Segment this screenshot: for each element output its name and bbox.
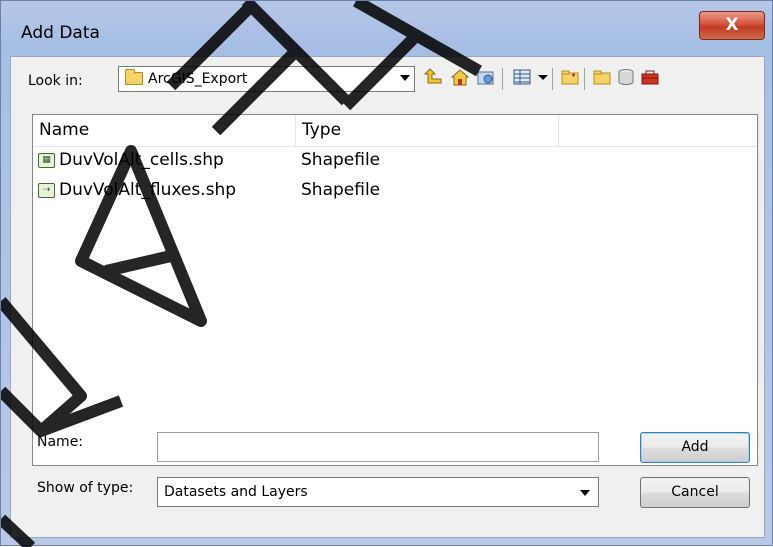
list-item[interactable]: ▦ DuvVolAlt_cells.shp Shapefile [33,148,757,178]
connect-folder-icon[interactable] [475,68,497,88]
look-in-label: Look in: [28,73,83,89]
file-list[interactable]: Name Type ▦ DuvVolAlt_cells.shp Shapefil… [32,114,758,466]
look-in-dropdown[interactable]: ArcGIS_Export [118,66,415,92]
column-header-type[interactable]: Type [296,115,559,146]
database-icon[interactable] [615,68,637,88]
toolbar-separator [552,68,553,90]
file-type: Shapefile [301,180,381,200]
chevron-down-icon[interactable] [400,75,410,81]
dialog-body: Look in: ArcGIS_Export Name Type ▦ DuvVo… [10,56,765,538]
toolbox-icon[interactable] [639,68,661,88]
column-header-name[interactable]: Name [33,115,296,146]
view-menu-icon[interactable] [511,68,533,88]
close-button[interactable]: X [699,11,765,40]
list-item[interactable]: ⇢ DuvVolAlt_fluxes.shp Shapefile [33,178,757,208]
column-header-empty [559,115,759,146]
file-type: Shapefile [301,150,381,170]
add-data-dialog: Add Data X Look in: ArcGIS_Export Name T… [0,0,773,547]
name-input[interactable] [157,432,599,462]
file-name: DuvVolAlt_cells.shp [59,150,224,170]
look-in-value: ArcGIS_Export [148,71,248,87]
dialog-title: Add Data [21,23,100,43]
name-label: Name: [37,434,84,450]
home-icon[interactable] [449,68,471,88]
toolbar-separator [502,68,503,90]
show-of-type-select[interactable]: Datasets and Layers [157,477,599,507]
show-of-type-label: Show of type: [37,480,134,496]
cancel-button[interactable]: Cancel [640,477,750,508]
title-bar: Add Data X [1,1,772,56]
view-dropdown-icon[interactable] [532,68,554,88]
polygon-shapefile-icon: ▦ [38,153,55,168]
folder-icon [125,69,143,85]
file-name: DuvVolAlt_fluxes.shp [59,180,237,200]
show-of-type-value: Datasets and Layers [164,484,308,500]
new-folder-icon[interactable] [559,68,581,88]
up-one-level-icon[interactable] [423,68,445,88]
folder-icon[interactable] [591,68,613,88]
add-button[interactable]: Add [640,432,750,463]
chevron-down-icon[interactable] [580,490,590,496]
line-shapefile-icon: ⇢ [38,183,55,198]
toolbar-separator [584,68,585,90]
column-header-row: Name Type [33,115,757,147]
